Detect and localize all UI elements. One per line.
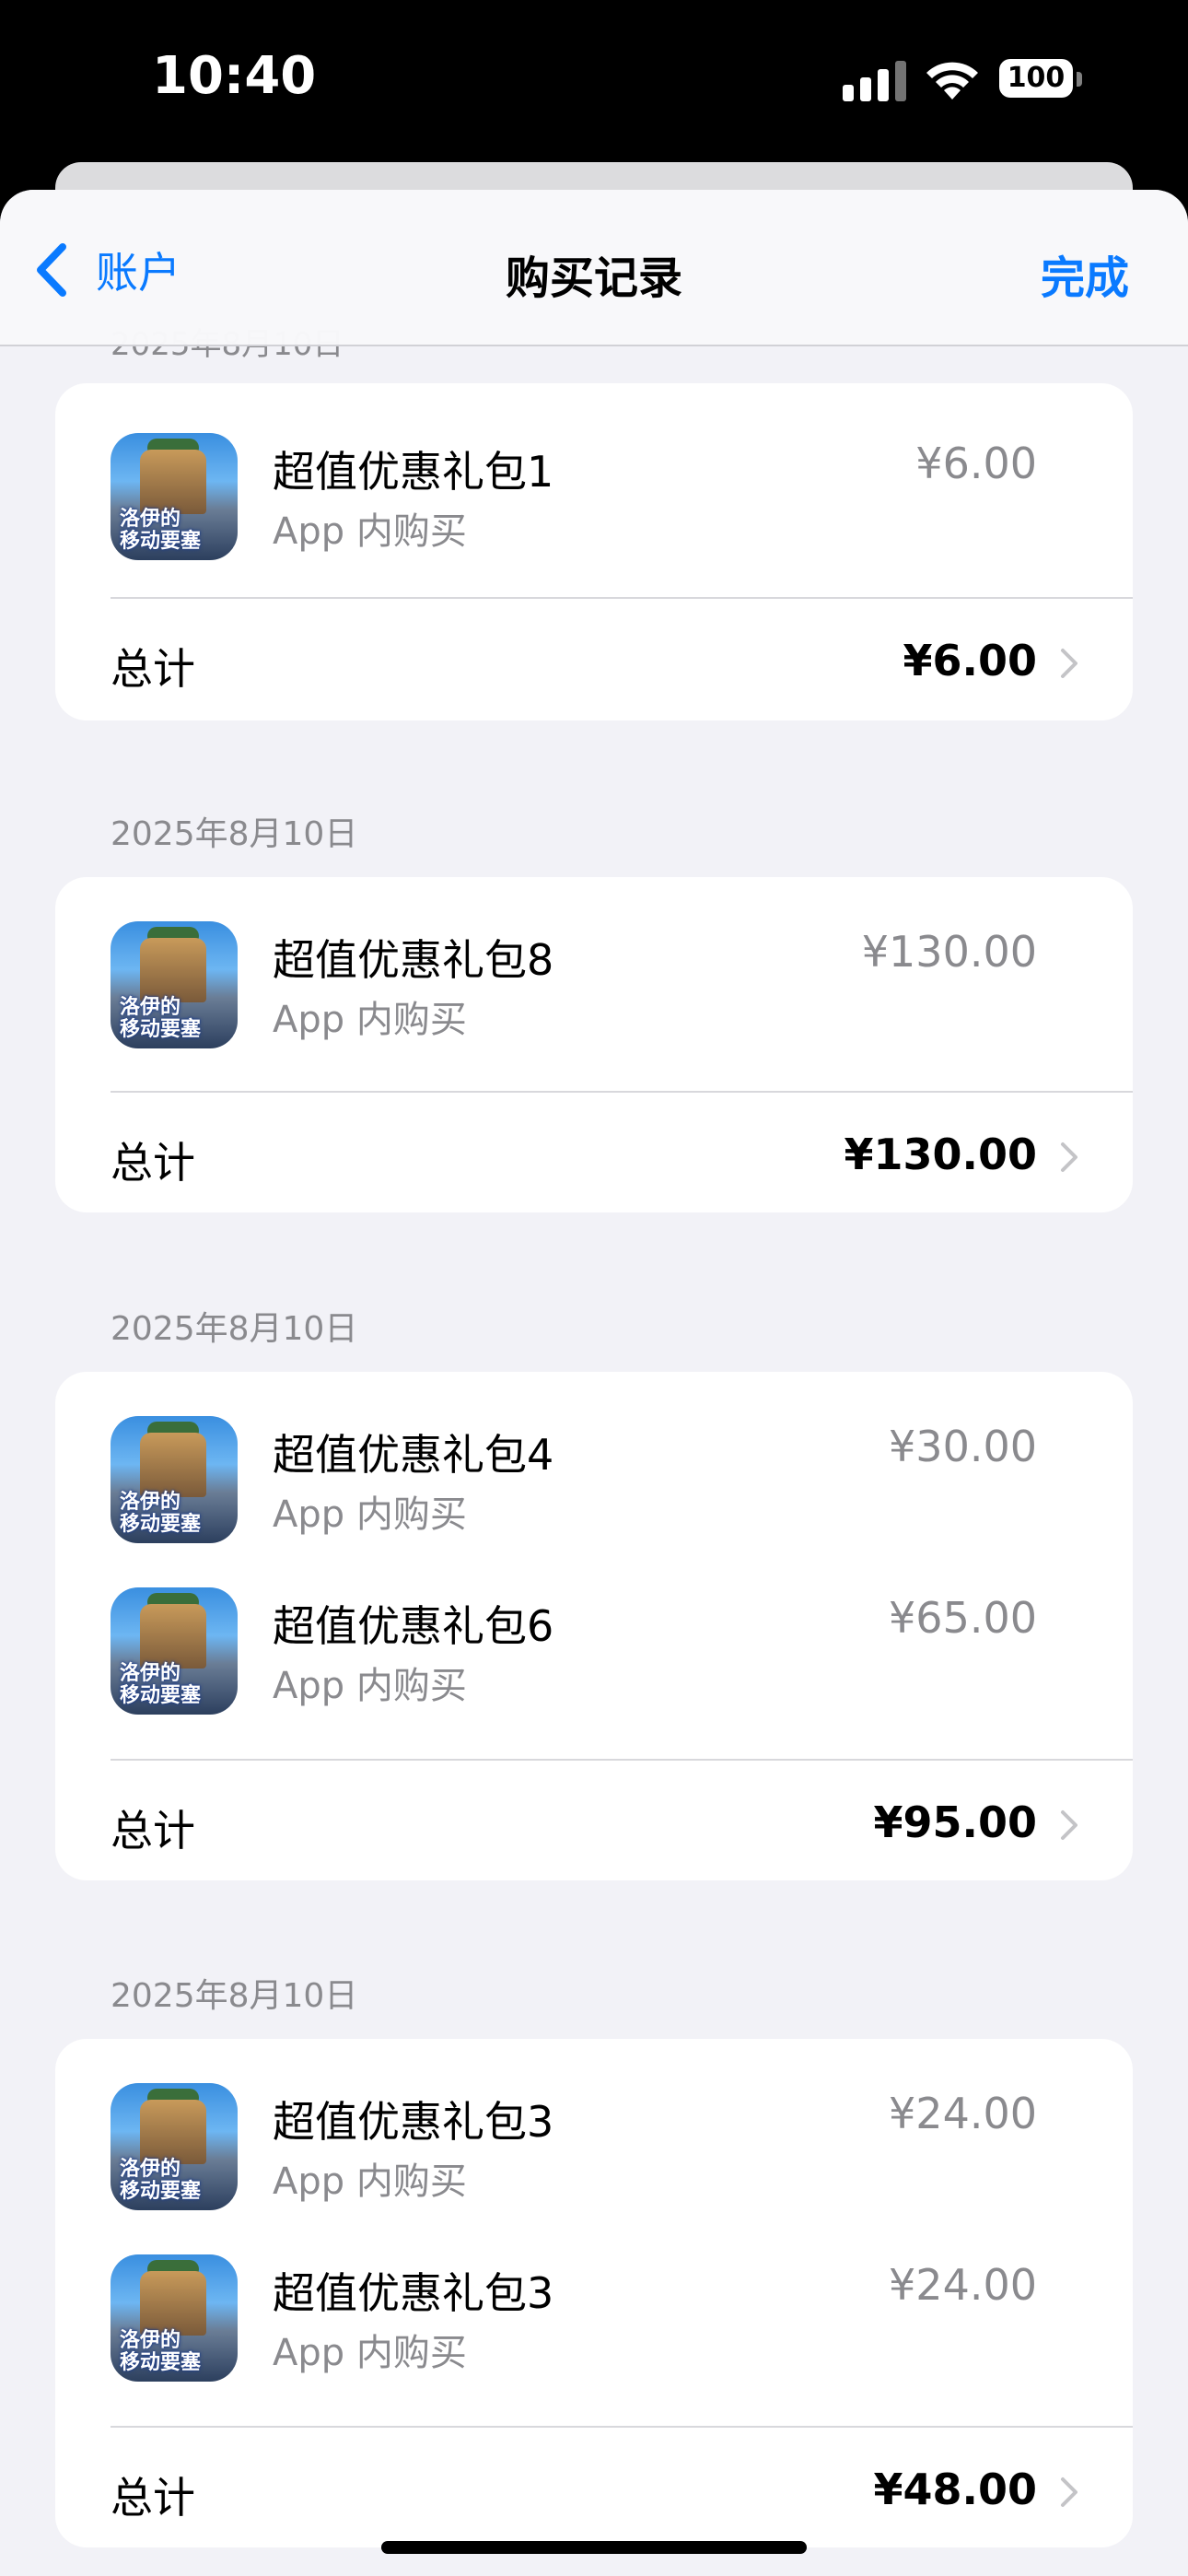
- total-price[interactable]: ¥48.00: [873, 2465, 1037, 2514]
- chevron-right-icon[interactable]: [1059, 2476, 1079, 2509]
- item-price: ¥30.00: [889, 1422, 1037, 1471]
- item-price: ¥24.00: [889, 2089, 1037, 2138]
- page-title: 购买记录: [505, 252, 682, 304]
- section-date-header: 2025年8月10日: [111, 1310, 358, 1348]
- item-price: ¥130.00: [861, 927, 1037, 977]
- total-price[interactable]: ¥6.00: [903, 636, 1037, 685]
- divider: [111, 1759, 1133, 1761]
- divider: [111, 597, 1133, 599]
- item-subtitle: App 内购买: [273, 1493, 467, 1536]
- purchase-item[interactable]: 洛伊的 移动要塞 超值优惠礼包4 App 内购买 ¥30.00: [55, 1372, 1133, 1543]
- navigation-bar: 账户 购买记录 完成: [0, 190, 1188, 346]
- purchase-card: 洛伊的 移动要塞 超值优惠礼包3 App 内购买 ¥24.00 洛伊的 移动要塞 超…: [55, 2039, 1133, 2547]
- item-title: 超值优惠礼包8: [273, 935, 554, 985]
- app-icon: 洛伊的 移动要塞: [111, 2254, 238, 2382]
- app-icon: 洛伊的 移动要塞: [111, 1416, 238, 1543]
- item-subtitle: App 内购买: [273, 2332, 467, 2374]
- total-label: 总计: [111, 644, 195, 694]
- item-subtitle: App 内购买: [273, 999, 467, 1041]
- purchase-item[interactable]: 洛伊的 移动要塞 超值优惠礼包3 App 内购买 ¥24.00: [55, 2210, 1133, 2382]
- item-subtitle: App 内购买: [273, 1665, 467, 1707]
- cellular-signal-icon: [843, 61, 906, 101]
- purchase-item[interactable]: 洛伊的 移动要塞 超值优惠礼包1 App 内购买 ¥6.00: [55, 383, 1133, 560]
- battery-icon: 100: [999, 59, 1082, 100]
- purchase-card: 洛伊的 移动要塞 超值优惠礼包8 App 内购买 ¥130.00 总计 ¥130.…: [55, 877, 1133, 1212]
- app-icon: 洛伊的 移动要塞: [111, 433, 238, 560]
- section-date-header: 2025年8月10日: [111, 1977, 358, 2015]
- purchase-card: 洛伊的 移动要塞 超值优惠礼包4 App 内购买 ¥30.00 洛伊的 移动要塞 超…: [55, 1372, 1133, 1880]
- status-bar: 10:40 100: [0, 0, 1188, 166]
- chevron-right-icon[interactable]: [1059, 1809, 1079, 1842]
- app-icon: 洛伊的 移动要塞: [111, 2083, 238, 2210]
- item-subtitle: App 内购买: [273, 510, 467, 553]
- divider: [111, 2426, 1133, 2428]
- done-button[interactable]: 完成: [1041, 241, 1129, 306]
- purchase-item[interactable]: 洛伊的 移动要塞 超值优惠礼包3 App 内购买 ¥24.00: [55, 2039, 1133, 2210]
- purchase-card: 洛伊的 移动要塞 超值优惠礼包1 App 内购买 ¥6.00 总计 ¥6.00: [55, 383, 1133, 720]
- item-title: 超值优惠礼包1: [273, 447, 554, 497]
- purchase-item[interactable]: 洛伊的 移动要塞 超值优惠礼包8 App 内购买 ¥130.00: [55, 877, 1133, 1048]
- status-time: 10:40: [152, 46, 317, 106]
- item-price: ¥6.00: [915, 439, 1037, 488]
- item-title: 超值优惠礼包3: [273, 2268, 554, 2318]
- total-price[interactable]: ¥130.00: [844, 1130, 1037, 1179]
- total-label: 总计: [111, 1138, 195, 1188]
- total-label: 总计: [111, 1806, 195, 1856]
- wifi-icon: [926, 62, 978, 100]
- purchase-item[interactable]: 洛伊的 移动要塞 超值优惠礼包6 App 内购买 ¥65.00: [55, 1543, 1133, 1715]
- item-price: ¥65.00: [889, 1593, 1037, 1643]
- section-date-header: 2025年8月10日: [111, 815, 358, 853]
- chevron-right-icon[interactable]: [1059, 1141, 1079, 1174]
- app-icon: 洛伊的 移动要塞: [111, 921, 238, 1048]
- item-subtitle: App 内购买: [273, 2160, 467, 2203]
- divider: [111, 1091, 1133, 1093]
- home-indicator[interactable]: [381, 2541, 807, 2554]
- item-price: ¥24.00: [889, 2260, 1037, 2310]
- total-price[interactable]: ¥95.00: [873, 1797, 1037, 1847]
- app-icon: 洛伊的 移动要塞: [111, 1587, 238, 1715]
- chevron-right-icon[interactable]: [1059, 647, 1079, 680]
- battery-level: 100: [999, 59, 1073, 98]
- item-title: 超值优惠礼包4: [273, 1430, 554, 1480]
- item-title: 超值优惠礼包3: [273, 2097, 554, 2147]
- purchase-history-sheet: 账户 购买记录 完成 2025年8月10日 洛伊的移动要塞 超值优惠礼包1 Ap…: [0, 190, 1188, 2576]
- item-title: 超值优惠礼包6: [273, 1601, 554, 1651]
- total-label: 总计: [111, 2473, 195, 2523]
